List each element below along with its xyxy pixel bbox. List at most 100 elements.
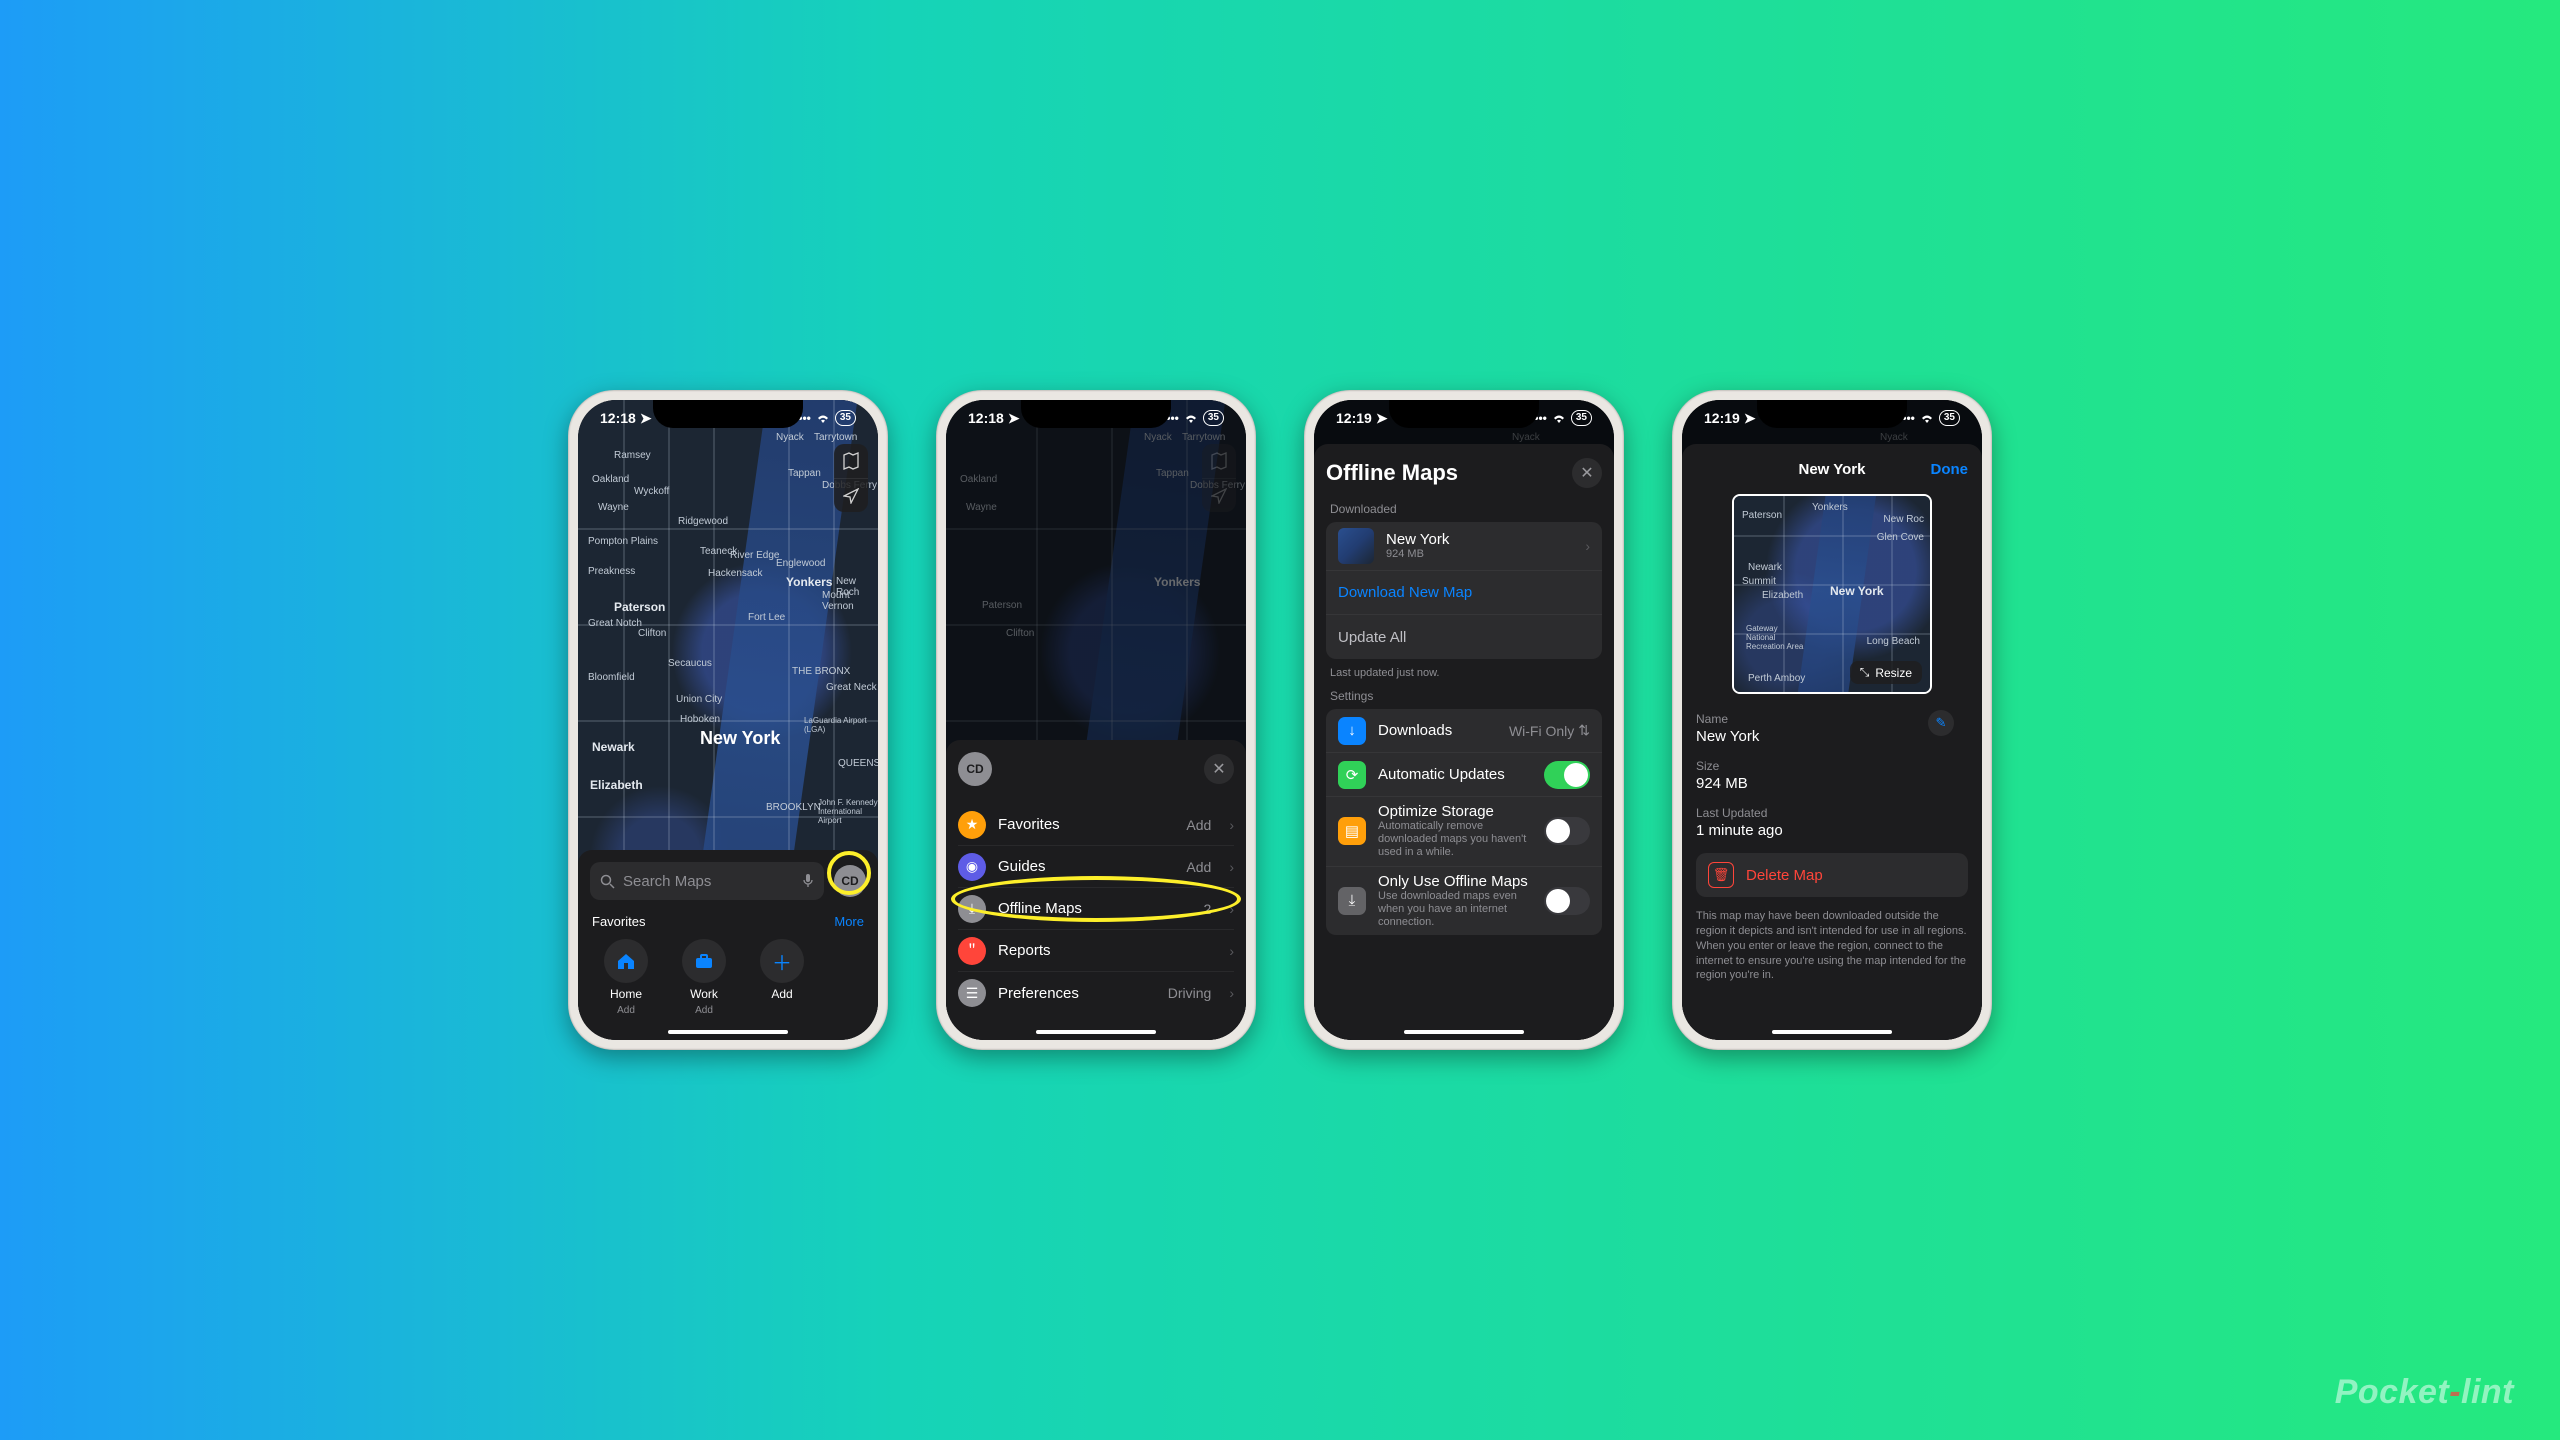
phone-1: 12:18 ➤ ••• 35 New Yor xyxy=(568,390,888,1050)
map-label-ramsey: Ramsey xyxy=(614,450,651,461)
battery-icon: 35 xyxy=(835,410,856,426)
star-icon: ★ xyxy=(958,811,986,839)
favorite-label: Home xyxy=(610,987,642,1001)
phone-3: 12:19➤ •••35 Nyack Offline Maps ✕ Downlo… xyxy=(1304,390,1624,1050)
notch xyxy=(1389,400,1539,428)
wifi-icon xyxy=(1551,412,1567,424)
setting-only-offline: ⤓ Only Use Offline Maps Use downloaded m… xyxy=(1326,867,1602,936)
map-label-brooklyn: BROOKLYN xyxy=(766,802,821,813)
map-thumbnail xyxy=(1338,528,1374,564)
guides-icon: ◉ xyxy=(958,853,986,881)
favorite-home[interactable]: Home Add xyxy=(596,939,656,1016)
location-icon: ➤ xyxy=(1744,410,1756,427)
notch xyxy=(653,400,803,428)
map-label-jfk: John F. Kennedy International Airport xyxy=(818,798,878,825)
map-label-paterson: Paterson xyxy=(614,600,665,614)
search-sheet: Search Maps CD Favorites More xyxy=(578,850,878,1040)
resize-button[interactable]: ⤡ Resize xyxy=(1850,661,1922,684)
map-label-rutheredge: River Edge xyxy=(730,550,779,561)
toggle-only-offline[interactable] xyxy=(1544,887,1590,915)
search-input[interactable]: Search Maps xyxy=(590,862,824,900)
favorite-add[interactable]: ＋ Add xyxy=(752,939,812,1016)
search-placeholder: Search Maps xyxy=(623,873,711,890)
home-indicator[interactable] xyxy=(668,1030,788,1034)
map-label-wayne: Wayne xyxy=(598,502,629,513)
status-time: 12:18 xyxy=(600,410,636,426)
favorite-work[interactable]: Work Add xyxy=(674,939,734,1016)
setting-automatic-updates: ⟳ Automatic Updates xyxy=(1326,753,1602,797)
map-label-tappan: Tappan xyxy=(788,468,821,479)
search-icon xyxy=(600,874,615,889)
profile-avatar[interactable]: CD xyxy=(834,865,866,897)
map-region-preview[interactable]: Yonkers Paterson New Roc Glen Cove Newar… xyxy=(1732,494,1932,694)
mic-icon[interactable] xyxy=(802,873,814,889)
map-label-wyckoff: Wyckoff xyxy=(634,486,669,497)
toggle-automatic-updates[interactable] xyxy=(1544,761,1590,789)
map-label-bronx: THE BRONX xyxy=(792,666,850,677)
map-mode-button[interactable] xyxy=(834,444,868,478)
map-mode-button xyxy=(1202,444,1236,478)
favorite-sub: Add xyxy=(617,1005,635,1016)
map-controls xyxy=(1202,444,1236,512)
menu-favorites[interactable]: ★ Favorites Add › xyxy=(958,804,1234,846)
favorites-heading: Favorites xyxy=(592,914,645,929)
map-label-tarrytown: Tarrytown xyxy=(814,432,857,443)
map-label-nyc: New York xyxy=(700,728,780,749)
downloaded-map-row[interactable]: New York 924 MB › xyxy=(1326,522,1602,571)
map-label-clifton: Clifton xyxy=(638,628,666,639)
watermark: Pocket-lint xyxy=(2335,1373,2514,1412)
update-all-row[interactable]: Update All xyxy=(1326,615,1602,659)
map-label-preakness: Preakness xyxy=(588,566,635,577)
size-label: Size xyxy=(1696,759,1968,773)
status-time: 12:19 xyxy=(1704,410,1740,426)
briefcase-icon xyxy=(682,939,726,983)
disclaimer-text: This map may have been downloaded outsid… xyxy=(1696,909,1968,983)
setting-downloads[interactable]: ↓ Downloads Wi-Fi Only⇅ xyxy=(1326,709,1602,753)
chevron-right-icon: › xyxy=(1229,817,1234,833)
close-button[interactable]: ✕ xyxy=(1572,458,1602,488)
favorites-more-link[interactable]: More xyxy=(834,914,864,929)
map-label-ftlee: Fort Lee xyxy=(748,612,785,623)
locate-button[interactable] xyxy=(834,478,868,512)
profile-sheet: CD ✕ ★ Favorites Add › ◉ Guides Add › xyxy=(946,740,1246,1040)
map-label-ridgewood: Ridgewood xyxy=(678,516,728,527)
menu-offline-maps[interactable]: ⤓ Offline Maps 2 › xyxy=(958,888,1234,930)
done-button[interactable]: Done xyxy=(1931,461,1969,478)
delete-map-button[interactable]: 🗑 Delete Map xyxy=(1696,853,1968,897)
home-indicator[interactable] xyxy=(1036,1030,1156,1034)
wifi-icon xyxy=(1183,412,1199,424)
chevron-right-icon: › xyxy=(1229,985,1234,1001)
profile-avatar[interactable]: CD xyxy=(958,752,992,786)
map-controls xyxy=(834,444,868,512)
menu-preferences[interactable]: ☰ Preferences Driving › xyxy=(958,972,1234,1014)
map-label-englewood: Englewood xyxy=(776,558,825,569)
updated-label: Last Updated xyxy=(1696,806,1968,820)
location-icon: ➤ xyxy=(1008,410,1020,427)
map-label-lga: LaGuardia Airport (LGA) xyxy=(804,716,874,734)
toggle-optimize-storage[interactable] xyxy=(1544,817,1590,845)
map-label-oakland: Oakland xyxy=(592,474,629,485)
chevron-right-icon: › xyxy=(1229,943,1234,959)
chevron-right-icon: › xyxy=(1229,901,1234,917)
trash-icon: 🗑 xyxy=(1708,862,1734,888)
home-indicator[interactable] xyxy=(1772,1030,1892,1034)
updated-value: 1 minute ago xyxy=(1696,822,1968,839)
chevron-right-icon: › xyxy=(1585,538,1590,554)
map-label-greatneck: Great Neck xyxy=(826,682,877,693)
home-icon xyxy=(604,939,648,983)
favorite-label: Work xyxy=(690,987,718,1001)
map-label-pompton: Pompton Plains xyxy=(588,536,658,547)
menu-reports[interactable]: ＂ Reports › xyxy=(958,930,1234,972)
status-time: 12:18 xyxy=(968,410,1004,426)
menu-guides[interactable]: ◉ Guides Add › xyxy=(958,846,1234,888)
modal-title: New York xyxy=(1799,461,1866,478)
map-label-secaucus: Secaucus xyxy=(668,658,712,669)
download-icon: ↓ xyxy=(1338,717,1366,745)
close-button[interactable]: ✕ xyxy=(1204,754,1234,784)
edit-name-button[interactable]: ✎ xyxy=(1928,710,1954,736)
last-updated-note: Last updated just now. xyxy=(1330,667,1598,679)
storage-icon: ▤ xyxy=(1338,817,1366,845)
home-indicator[interactable] xyxy=(1404,1030,1524,1034)
download-new-map-row[interactable]: Download New Map xyxy=(1326,571,1602,615)
map-label-hackensack: Hackensack xyxy=(708,568,762,579)
